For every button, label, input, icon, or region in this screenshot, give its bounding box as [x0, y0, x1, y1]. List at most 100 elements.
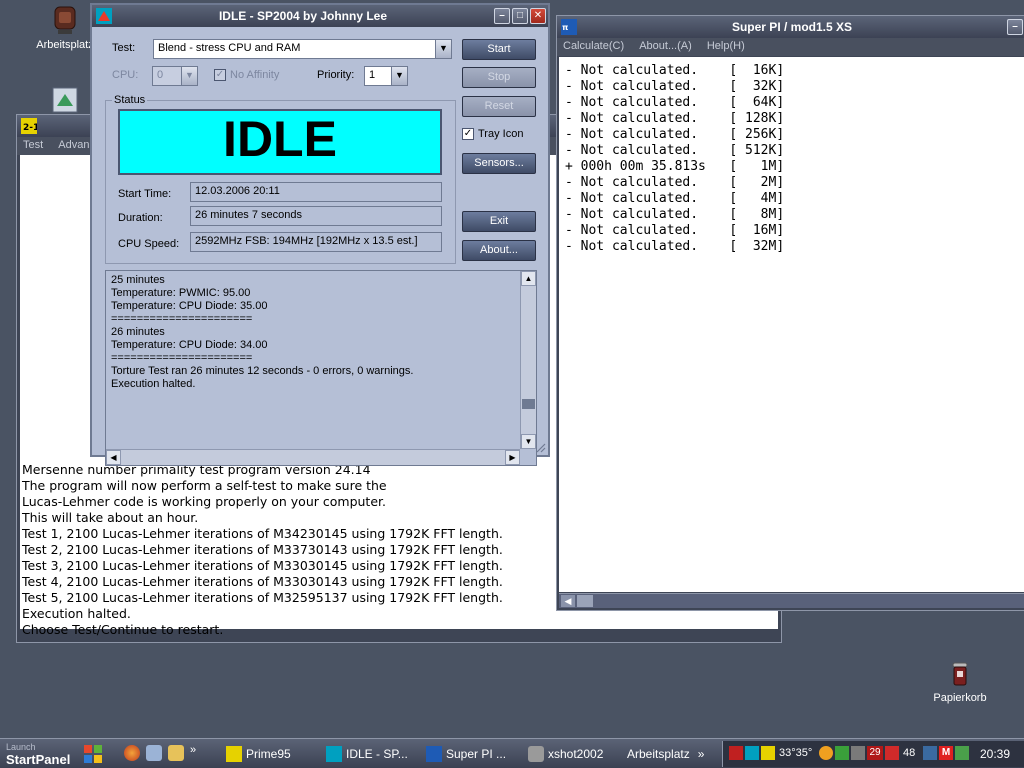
no-affinity-label: No Affinity — [230, 69, 280, 81]
cpu-speed-field: 2592MHz FSB: 194MHz [192MHz x 13.5 est.] — [190, 232, 442, 252]
result-size: [ 512K] — [729, 143, 785, 158]
launch-label: Launch — [6, 742, 36, 752]
horizontal-scrollbar[interactable]: ◀ ▶ — [106, 449, 520, 465]
minimize-button[interactable]: – — [494, 8, 510, 24]
task-xshot2002[interactable]: xshot2002 — [528, 743, 603, 765]
tray-number: 48 — [903, 747, 916, 759]
stop-button: Stop — [462, 67, 536, 88]
scroll-right-icon[interactable]: ▶ — [505, 450, 520, 465]
result-row: - Not calculated. [ 512K] — [565, 143, 784, 158]
test-label: Test: — [112, 42, 136, 54]
window-title: Super PI / mod1.5 XS — [731, 20, 853, 34]
exit-button[interactable]: Exit — [462, 211, 536, 232]
start-time-label: Start Time: — [118, 188, 172, 200]
sp2004-log-text: 25 minutes Temperature: PWMIC: 95.00 Tem… — [111, 274, 414, 390]
tray-network-icon[interactable] — [835, 746, 849, 760]
chevron-down-icon[interactable]: ▼ — [391, 67, 407, 85]
scroll-down-icon[interactable]: ▼ — [521, 434, 536, 449]
task-superpi[interactable]: Super PI ... — [426, 743, 506, 765]
sp2004-titlebar[interactable]: IDLE - SP2004 by Johnny Lee – □ ✕ — [92, 5, 548, 27]
tray-device-icon[interactable] — [851, 746, 865, 760]
start-button[interactable]: Launch StartPanel — [0, 739, 110, 768]
task-sp2004[interactable]: IDLE - SP... — [326, 743, 408, 765]
desktop-icon-label: Papierkorb — [933, 692, 987, 704]
tray-sp2004-icon[interactable] — [745, 746, 759, 760]
priority-select-value: 1 — [369, 69, 376, 81]
chevron-down-icon[interactable]: ▼ — [435, 40, 451, 58]
close-button[interactable]: ✕ — [530, 8, 546, 24]
tray-app-icon[interactable] — [729, 746, 743, 760]
prime95-app-icon: 2-1 — [21, 118, 37, 134]
scroll-thumb[interactable] — [577, 595, 593, 607]
task-arbeitsplatz[interactable]: Arbeitsplatz » — [627, 743, 704, 765]
menu-advanced[interactable]: Advan — [52, 137, 95, 153]
reset-button: Reset — [462, 96, 536, 117]
task-prime95[interactable]: Prime95 — [226, 743, 291, 765]
result-row: - Not calculated. [ 32M] — [565, 239, 784, 254]
sp2004-window[interactable]: IDLE - SP2004 by Johnny Lee – □ ✕ Test: … — [90, 3, 550, 466]
priority-label: Priority: — [317, 69, 355, 81]
menu-help[interactable]: Help(H) — [701, 38, 751, 54]
log-line: Test 2, 2100 Lucas-Lehmer iterations of … — [22, 542, 503, 557]
more-chevron-icon[interactable]: » — [698, 747, 705, 761]
status-state: IDLE — [118, 109, 442, 175]
result-row: + 000h 00m 35.813s [ 1M] — [565, 159, 784, 174]
log-line: This will take about an hour. — [22, 510, 199, 525]
tray-m-icon[interactable]: M — [939, 746, 953, 760]
sensors-button[interactable]: Sensors... — [462, 153, 536, 174]
resize-grip-icon[interactable] — [536, 443, 546, 453]
superpi-menubar: Calculate(C) About...(A) Help(H) — [557, 38, 1024, 56]
more-chevron-icon[interactable]: » — [190, 745, 206, 761]
superpi-app-icon: π — [561, 19, 577, 35]
vertical-scrollbar[interactable]: ▲ ▼ — [520, 271, 536, 449]
start-button[interactable]: Start — [462, 39, 536, 60]
sp2004-body: Test: Blend - stress CPU and RAM ▼ Start… — [92, 27, 548, 466]
tray-prime95-icon[interactable] — [761, 746, 775, 760]
maximize-button[interactable]: □ — [512, 8, 528, 24]
cpu-label: CPU: — [112, 69, 139, 81]
superpi-window[interactable]: π Super PI / mod1.5 XS – Calculate(C) Ab… — [556, 15, 1024, 611]
media-icon[interactable] — [146, 745, 162, 761]
computer-icon — [54, 6, 76, 34]
tray-alert-icon[interactable] — [885, 746, 899, 760]
test-select-value: Blend - stress CPU and RAM — [158, 42, 301, 54]
menu-calculate[interactable]: Calculate(C) — [557, 38, 630, 54]
tray-badge[interactable]: 29 — [867, 746, 883, 760]
scroll-thumb[interactable] — [522, 399, 535, 409]
minimize-button[interactable]: – — [1007, 19, 1023, 35]
tray-speaker-icon[interactable] — [955, 746, 969, 760]
scroll-left-icon[interactable]: ◀ — [561, 595, 575, 607]
result-size: [ 8M] — [729, 207, 785, 222]
window-title: IDLE - SP2004 by Johnny Lee — [218, 9, 388, 23]
menu-test[interactable]: Test — [17, 137, 49, 153]
result-row: - Not calculated. [ 256K] — [565, 127, 784, 142]
menu-about[interactable]: About...(A) — [633, 38, 698, 54]
task-label: Prime95 — [246, 747, 291, 761]
desktop-icon-label: Arbeitsplatz — [36, 39, 94, 51]
taskbar: Launch StartPanel » Prime95 IDLE - SP...… — [0, 738, 1024, 768]
status-group: Status IDLE Start Time: 12.03.2006 20:11… — [105, 94, 456, 264]
priority-select[interactable]: 1 ▼ — [364, 66, 408, 86]
result-row: - Not calculated. [ 8M] — [565, 207, 784, 222]
test-select[interactable]: Blend - stress CPU and RAM ▼ — [153, 39, 452, 59]
superpi-titlebar[interactable]: π Super PI / mod1.5 XS – — [557, 16, 1024, 38]
browser-icon[interactable] — [124, 745, 140, 761]
log-line: Choose Test/Continue to restart. — [22, 622, 224, 637]
about-button[interactable]: About... — [462, 240, 536, 261]
scroll-left-icon[interactable]: ◀ — [106, 450, 121, 465]
scroll-up-icon[interactable]: ▲ — [521, 271, 536, 286]
desktop-icon-papierkorb[interactable]: Papierkorb — [920, 657, 1000, 704]
tools-icon[interactable] — [168, 745, 184, 761]
tray-settings-icon[interactable] — [923, 746, 937, 760]
quick-launch: » — [124, 745, 206, 761]
tray-icon-checkbox[interactable]: ✓ — [462, 128, 474, 140]
result-status: - Not calculated. — [565, 207, 730, 222]
superpi-icon — [426, 746, 442, 762]
horizontal-scrollbar[interactable]: ◀ — [559, 593, 1024, 608]
result-size: [ 16K] — [729, 63, 785, 78]
task-label: Super PI ... — [446, 747, 507, 761]
prime95-icon — [226, 746, 242, 762]
tray-notify-icon[interactable] — [819, 746, 833, 760]
sp2004-log-box[interactable]: 25 minutes Temperature: PWMIC: 95.00 Tem… — [105, 270, 537, 466]
result-status: - Not calculated. — [565, 63, 730, 78]
